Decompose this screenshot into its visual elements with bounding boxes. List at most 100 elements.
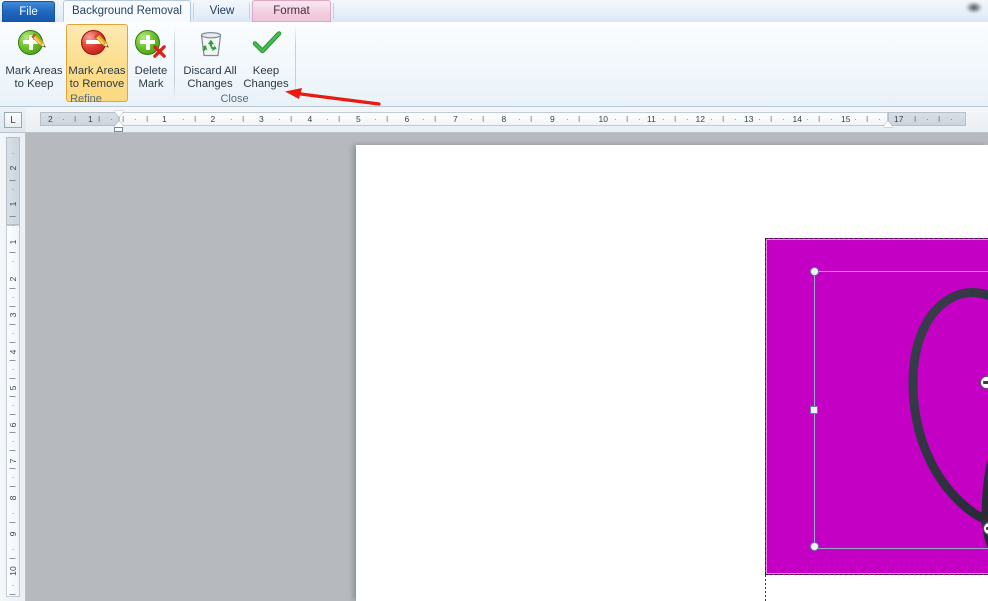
hruler-tick-label: 8 [501,114,507,124]
tab-format[interactable]: Format [252,0,331,22]
hruler-tick: · [374,115,377,124]
tab-separator [193,3,194,19]
hruler-tick-label: 7 [453,114,458,124]
hruler-tick: · [278,115,281,124]
hruler-tick: I [98,115,101,124]
vruler-tick: I [8,377,18,380]
hruler-tick-label: 9 [550,114,555,124]
ribbon-tabstrip: File Background Removal View Format [0,0,988,22]
vruler-tick: I [8,413,18,416]
vruler-tick: I [8,305,18,308]
document-workspace[interactable] [26,133,988,601]
vertical-ruler[interactable]: 211234567891011·I·I·I·I·II·II·II·II·II·I… [0,133,26,601]
hruler-tick-label: 11 [647,114,656,124]
hruler-tick: · [806,115,809,124]
vruler-tick: I [8,341,18,344]
delete-mark-icon [134,28,168,62]
mark-areas-to-keep-icon [17,28,51,62]
hruler-tick: · [830,115,833,124]
hruler-tick: · [422,115,425,124]
group-divider [174,26,175,100]
word-window: File Background Removal View Format Mark… [0,0,988,601]
hruler-tick: · [710,115,713,124]
horizontal-ruler[interactable]: 2 1 1 2 3 4 5 6 7 8 9 10 11 12 13 14 15 17 · I I · I · I · I · I · I · I… [26,107,988,133]
hruler-tick-label: 2 [48,114,53,124]
hruler-tick: I [74,115,77,124]
hruler-tick: · [470,115,473,124]
hruler-tick: · [854,115,857,124]
mark-areas-to-remove-button[interactable]: Mark Areas to Remove [66,24,128,102]
hruler-tick: · [230,115,233,124]
vruler-tick: I [8,557,18,560]
hruler-tick: I [866,115,869,124]
hruler-tick: I [386,115,389,124]
hruler-tick: · [182,115,185,124]
hruler-tick: · [326,115,329,124]
hruler-tick-label: 12 [695,114,705,124]
vruler-tick: I [8,485,18,488]
hruler-tick: I [242,115,245,124]
mark-areas-to-remove-icon [80,28,114,62]
hruler-tick: · [662,115,665,124]
paragraph-anchor-line [765,575,766,601]
hruler-tick-label: 5 [356,114,361,124]
hruler-tick: I [578,115,581,124]
vruler-tick: · [8,152,18,155]
tab-format-label: Format [273,5,310,17]
discard-all-changes-button[interactable]: Discard All Changes [179,24,241,102]
hruler-tick: · [878,115,881,124]
hruler-tick-label: 3 [259,114,264,124]
hruler-tick: · [62,115,65,124]
tab-separator [249,3,250,19]
vruler-tick: · [8,224,18,227]
ribbon-group-close: Discard All Changes Keep Changes Close [176,22,293,106]
document-page[interactable] [356,145,988,601]
tab-stop-selector-glyph: L [10,114,16,126]
vruler-tick: I [8,521,18,524]
keep-changes-button[interactable]: Keep Changes [242,24,290,102]
hruler-tick-label: 17 [894,114,904,124]
hruler-tick: I [434,115,437,124]
hruler-tick: I [674,115,677,124]
ribbon-group-close-label: Close [220,93,249,105]
tab-file[interactable]: File [2,1,55,22]
ribbon-group-refine-label: Refine [70,93,102,105]
hruler-tick: · [638,115,641,124]
hruler-tick: · [734,115,737,124]
hruler-tick: I [146,115,149,124]
hruler-tick: · [782,115,785,124]
hruler-tick: · [758,115,761,124]
hruler-tick: · [518,115,521,124]
hruler-tick: I [914,115,917,124]
hruler-tick: I [722,115,725,124]
mark-areas-to-keep-button[interactable]: Mark Areas to Keep [3,24,65,102]
delete-mark-button[interactable]: Delete Mark [129,24,173,102]
green-check-icon [249,28,283,62]
tab-view[interactable]: View [196,0,248,22]
removal-mark-11[interactable] [983,522,988,535]
tab-background-removal[interactable]: Background Removal [63,0,191,22]
hruler-tick: · [950,115,953,124]
removal-mark-0[interactable] [980,376,988,389]
hruler-tick-label: 1 [88,114,93,124]
hruler-tick-label: 2 [210,114,216,124]
hruler-tick: I [290,115,293,124]
ribbon-group-refine: Mark Areas to Keep Mark Areas to Remove … [0,22,172,106]
hruler-tick: · [614,115,617,124]
hruler-tick-label: 15 [841,114,851,124]
left-indent-marker[interactable] [114,127,123,132]
vruler-tick: I [8,593,18,596]
first-line-indent-marker[interactable] [114,111,124,117]
annotation-arrow-icon [285,88,381,106]
vruler-tick-label: 10 [8,565,18,576]
hruler-tick: I [482,115,485,124]
vruler-tick: · [8,188,18,191]
delete-mark-label: Delete Mark [134,65,168,90]
vruler-tick: I [8,449,18,452]
tab-stop-selector[interactable]: L [4,112,22,128]
hruler-tick: I [626,115,629,124]
signature-image[interactable] [765,238,988,575]
help-icon[interactable] [966,2,982,13]
ribbon: Mark Areas to Keep Mark Areas to Remove … [0,22,988,107]
right-indent-marker[interactable] [883,121,893,127]
